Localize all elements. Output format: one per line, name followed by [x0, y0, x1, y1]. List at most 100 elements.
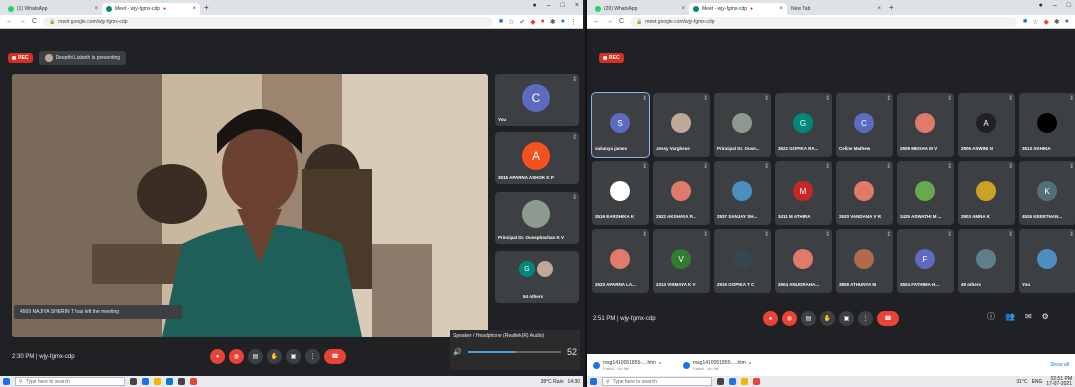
explorer-icon[interactable]	[741, 378, 748, 385]
volume-slider[interactable]	[467, 351, 561, 353]
participant-tile[interactable]: M ⁑ 3411 M ATHIRA	[775, 161, 832, 225]
windows-start-icon[interactable]	[590, 378, 597, 385]
puzzle-icon[interactable]: ✱	[1054, 18, 1060, 26]
maximize-icon[interactable]: □	[561, 2, 565, 9]
leave-call-button[interactable]: ☎	[877, 311, 899, 326]
captions-button[interactable]: ▤	[248, 349, 263, 364]
taskbar-search[interactable]: ⚲ Type here to search	[602, 377, 712, 386]
people-icon[interactable]: 👥	[1005, 312, 1015, 321]
participant-tile[interactable]: ⁑ 2523 APARNA LA...	[592, 229, 649, 293]
store-icon[interactable]	[166, 378, 173, 385]
captions-button[interactable]: ▤	[801, 311, 816, 326]
url-field[interactable]: 🔒 meet.google.com/wjy-fgmx-cdp	[43, 16, 493, 27]
tab-new[interactable]: New Tab ×	[787, 3, 885, 15]
info-icon[interactable]: ⓘ	[987, 311, 995, 322]
present-button[interactable]: ▣	[839, 311, 854, 326]
date-text[interactable]: 17-07-2021	[1046, 381, 1072, 387]
profile-icon[interactable]: ●	[561, 18, 565, 26]
participant-tile[interactable]: ⁑ 2509 MEGHA M V	[897, 93, 954, 157]
star-icon[interactable]: ☆	[1032, 18, 1038, 26]
maximize-icon[interactable]: □	[1067, 2, 1071, 9]
tab-whatsapp[interactable]: (20) WhatsApp ×	[591, 3, 689, 15]
cast-icon[interactable]: ■	[1023, 18, 1027, 26]
participant-tile[interactable]: ⁑ 2520 VANDANA V R	[836, 161, 893, 225]
participant-tile[interactable]: K ⁑ 4526 KEERTHAN...	[1019, 161, 1075, 225]
participant-tile[interactable]: ⁑ 3513 AKHINA	[1019, 93, 1075, 157]
more-options-button[interactable]: ⋮	[305, 349, 320, 364]
participant-tile[interactable]: ⁑ 2522 AKSHAYA P...	[653, 161, 710, 225]
teams-icon[interactable]	[178, 378, 185, 385]
close-icon[interactable]: ×	[779, 6, 783, 12]
participant-tile[interactable]: ⁑ 3425 ASWATHI M ...	[897, 161, 954, 225]
tab-meet[interactable]: Meet - wjy-fgmx-cdp ● ×	[102, 3, 200, 15]
close-window-icon[interactable]: ×	[575, 2, 579, 9]
leave-call-button[interactable]: ☎	[324, 349, 346, 364]
download-item[interactable]: msg1410051855-....htm Failed - No file ^	[593, 360, 673, 371]
participant-tile[interactable]: C ⁑ You	[495, 74, 579, 126]
participant-tile[interactable]: ⁑ 2903 AMNA K	[958, 161, 1015, 225]
profile-icon[interactable]: ●	[1065, 18, 1069, 26]
menu-icon[interactable]: ⋮	[570, 18, 577, 26]
cast-icon[interactable]: ■	[499, 18, 503, 26]
close-icon[interactable]: ×	[681, 6, 685, 12]
camera-off-button[interactable]: ◍	[229, 349, 244, 364]
back-icon[interactable]: ←	[593, 18, 600, 25]
close-icon[interactable]: ×	[94, 6, 98, 12]
forward-icon[interactable]: →	[19, 18, 26, 25]
puzzle-icon[interactable]: ✱	[550, 18, 556, 26]
others-tile[interactable]: G 54 others	[495, 251, 579, 303]
close-icon[interactable]: ×	[877, 6, 881, 12]
chrome-icon[interactable]	[190, 378, 197, 385]
participant-tile[interactable]: ⁑ Principal Dr. Ouse...	[714, 93, 771, 157]
participant-tile[interactable]: ⁑ 49 others	[958, 229, 1015, 293]
participant-tile[interactable]: A ⁑ 2906 ASWINI N	[958, 93, 1015, 157]
account-icon[interactable]: ●	[533, 2, 537, 9]
edge-icon[interactable]	[142, 378, 149, 385]
new-tab-button[interactable]: +	[200, 3, 213, 12]
more-options-button[interactable]: ⋮	[858, 311, 873, 326]
reload-icon[interactable]: C	[32, 18, 37, 25]
participant-tile[interactable]: C ⁑ Celine Mathew	[836, 93, 893, 157]
chevron-up-icon[interactable]: ^	[659, 362, 661, 368]
language-text[interactable]: ENG	[1032, 379, 1043, 385]
account-icon[interactable]: ●	[1039, 2, 1043, 9]
chevron-up-icon[interactable]: ^	[749, 362, 751, 368]
edge-icon[interactable]	[729, 378, 736, 385]
forward-icon[interactable]: →	[606, 18, 613, 25]
mic-off-button[interactable]: ●	[763, 311, 778, 326]
participant-tile[interactable]: G ⁑ 3522 GOPIKA RA...	[775, 93, 832, 157]
task-view-icon[interactable]	[130, 378, 137, 385]
task-view-icon[interactable]	[717, 378, 724, 385]
weather-text[interactable]: 28°C Rain	[541, 379, 564, 385]
minimize-icon[interactable]: –	[1053, 2, 1057, 9]
participant-tile[interactable]: ⁑ Jessy Varghese	[653, 93, 710, 157]
camera-off-button[interactable]: ◍	[782, 311, 797, 326]
participant-tile[interactable]: ⁑ 3808 ATHUNYA M	[836, 229, 893, 293]
participant-tile[interactable]: ⁑ You	[1019, 229, 1075, 293]
participant-tile[interactable]: A ⁑ 3515 APARNA ASHOK K P	[495, 132, 579, 184]
taskbar-search[interactable]: ⚲ Type here to search	[15, 377, 125, 386]
back-icon[interactable]: ←	[6, 18, 13, 25]
star-icon[interactable]: ☆	[508, 18, 514, 26]
clock-text[interactable]: 14:30	[567, 379, 580, 385]
close-icon[interactable]: ×	[192, 6, 196, 12]
raise-hand-button[interactable]: ✋	[267, 349, 282, 364]
participant-tile[interactable]: ⁑ 2915 GOPIKA T C	[714, 229, 771, 293]
extension-icon[interactable]: ◆	[530, 18, 535, 26]
weather-text[interactable]: 31°C	[1016, 379, 1027, 385]
chrome-icon[interactable]	[753, 378, 760, 385]
reload-icon[interactable]: C	[619, 18, 624, 25]
extension-icon[interactable]: ◆	[1044, 18, 1049, 26]
participant-tile[interactable]: ⁑ Principal Dr. Ousephachan K V	[495, 192, 579, 244]
url-field[interactable]: 🔒 meet.google.com/wjy-fgmx-cdp	[630, 16, 1017, 27]
tab-whatsapp[interactable]: (1) WhatsApp ×	[4, 3, 102, 15]
show-all-button[interactable]: Show all	[1050, 362, 1069, 368]
check-icon[interactable]: ✔	[519, 18, 525, 26]
download-item[interactable]: msg1410051855-....htm Failed - No file ^	[683, 360, 763, 371]
activities-icon[interactable]: ⚙	[1042, 312, 1049, 321]
new-tab-button[interactable]: +	[885, 3, 898, 12]
participant-tile[interactable]: ⁑ 2937 SANJAY SH...	[714, 161, 771, 225]
tab-meet[interactable]: Meet - wjy-fgmx-cdp ● ×	[689, 3, 787, 15]
mic-off-button[interactable]: ●	[210, 349, 225, 364]
windows-start-icon[interactable]	[3, 378, 10, 385]
